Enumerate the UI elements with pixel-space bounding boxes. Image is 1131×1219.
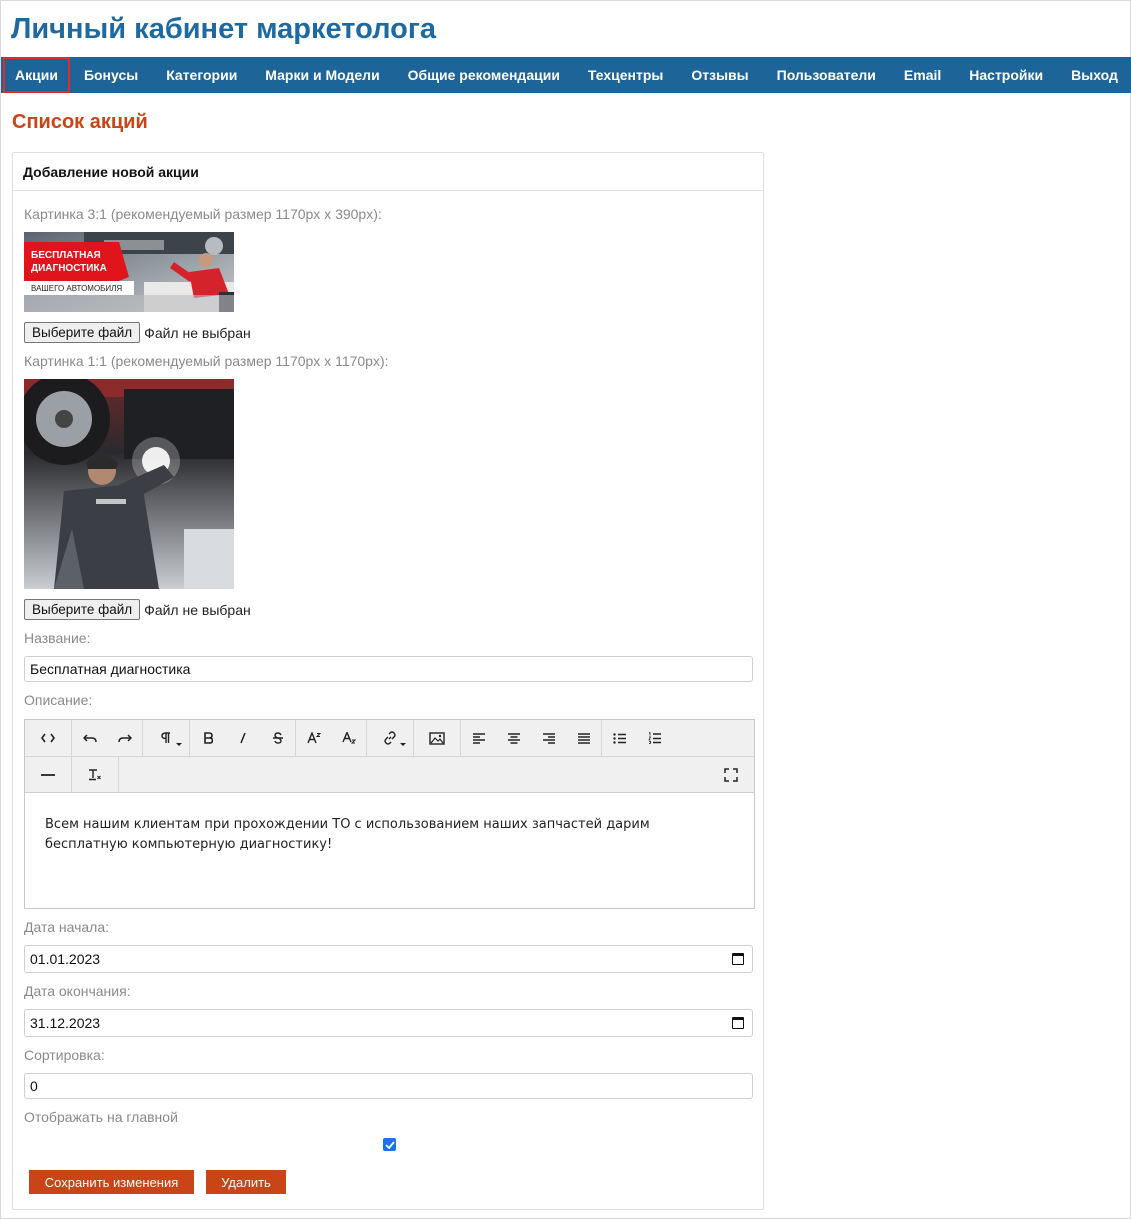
name-label: Название: (24, 630, 91, 646)
end-date-input[interactable]: 31.12.2023 (24, 1009, 753, 1037)
toolbar-group-text-style (190, 720, 296, 756)
banner-image-square (24, 379, 234, 589)
nav-item-categories[interactable]: Категории (152, 57, 251, 93)
toolbar-group-paragraph (143, 720, 190, 756)
banner-text-line1: БЕСПЛАТНАЯ (31, 250, 101, 261)
save-changes-button[interactable]: Сохранить изменения (29, 1170, 194, 1194)
main-navbar: Акции Бонусы Категории Марки и Модели Об… (1, 57, 1131, 93)
align-right-icon[interactable] (531, 720, 566, 756)
code-view-icon[interactable] (25, 720, 71, 756)
show-on-main-label: Отображать на главной (24, 1109, 178, 1125)
nav-item-promotions[interactable]: Акции (3, 57, 70, 93)
file-status-square: Файл не выбран (144, 601, 251, 618)
calendar-icon[interactable] (732, 953, 744, 965)
image-wide-label: Картинка 3:1 (рекомендуемый размер 1170p… (24, 206, 382, 222)
choose-file-button-square[interactable]: Выберите файл (24, 599, 141, 620)
align-center-icon[interactable] (496, 720, 531, 756)
toolbar-group-align (461, 720, 602, 756)
nav-item-settings[interactable]: Настройки (955, 57, 1057, 93)
nav-item-reviews[interactable]: Отзывы (677, 57, 762, 93)
banner-text-line2: ДИАГНОСТИКА (31, 263, 107, 274)
unordered-list-icon[interactable] (602, 720, 637, 756)
end-date-label: Дата окончания: (24, 983, 131, 999)
banner-image-wide: БЕСПЛАТНАЯ ДИАГНОСТИКА ВАШЕГО АВТОМОБИЛЯ (24, 232, 234, 312)
nav-item-users[interactable]: Пользователи (763, 57, 890, 93)
horizontal-line-icon[interactable] (25, 757, 71, 793)
ordered-list-icon[interactable] (637, 720, 672, 756)
align-left-icon[interactable] (461, 720, 496, 756)
sort-input[interactable]: 0 (24, 1073, 753, 1099)
bold-icon[interactable] (190, 720, 225, 756)
name-input[interactable]: Бесплатная диагностика (24, 656, 753, 682)
nav-item-tech-centers[interactable]: Техцентры (574, 57, 677, 93)
nav-item-general-recommendations[interactable]: Общие рекомендации (394, 57, 574, 93)
description-label: Описание: (24, 692, 93, 708)
strikethrough-icon[interactable] (260, 720, 295, 756)
choose-file-button-wide[interactable]: Выберите файл (24, 322, 141, 343)
toolbar-group-media (414, 720, 461, 756)
file-status-wide: Файл не выбран (144, 324, 251, 341)
nav-item-brands-models[interactable]: Марки и Модели (251, 57, 393, 93)
image-square-label: Картинка 1:1 (рекомендуемый размер 1170p… (24, 353, 389, 369)
undo-icon[interactable] (72, 720, 107, 756)
start-date-label: Дата начала: (24, 919, 110, 935)
editor-toolbar (25, 720, 754, 793)
start-date-value: 01.01.2023 (30, 951, 101, 967)
toolbar-group-insert (25, 757, 72, 793)
start-date-input[interactable]: 01.01.2023 (24, 945, 753, 973)
description-editor: Всем нашим клиентам при прохождении ТО с… (24, 719, 755, 909)
show-on-main-checkbox[interactable] (383, 1138, 396, 1151)
paragraph-format-icon[interactable] (143, 720, 189, 756)
nav-item-logout[interactable]: Выход (1057, 57, 1131, 93)
nav-item-email[interactable]: Email (890, 57, 955, 93)
end-date-value: 31.12.2023 (30, 1015, 101, 1031)
toolbar-group-lists (602, 720, 672, 756)
clear-format-icon[interactable] (72, 757, 118, 793)
file-input-square: Выберите файл Файл не выбран (24, 599, 251, 620)
file-input-wide: Выберите файл Файл не выбран (24, 322, 251, 343)
subscript-icon[interactable] (331, 720, 366, 756)
checkmark-icon (384, 1140, 395, 1149)
toolbar-group-script (296, 720, 367, 756)
fullscreen-icon[interactable] (708, 757, 754, 793)
panel-heading: Добавление новой акции (13, 153, 763, 191)
superscript-icon[interactable] (296, 720, 331, 756)
page-title: Список акций (12, 111, 148, 133)
banner-text-line3: ВАШЕГО АВТОМОБИЛЯ (31, 284, 122, 293)
add-promotion-panel: Добавление новой акции Картинка 3:1 (рек… (12, 152, 764, 1210)
toolbar-group-history (72, 720, 143, 756)
align-justify-icon[interactable] (566, 720, 601, 756)
app-title: Личный кабинет маркетолога (11, 13, 437, 45)
toolbar-group-clear (72, 757, 119, 793)
description-editor-content[interactable]: Всем нашим клиентам при прохождении ТО с… (25, 793, 754, 877)
calendar-icon[interactable] (732, 1017, 744, 1029)
nav-item-bonuses[interactable]: Бонусы (70, 57, 152, 93)
link-icon[interactable] (367, 720, 413, 756)
italic-icon[interactable] (225, 720, 260, 756)
toolbar-group-link (367, 720, 414, 756)
toolbar-group-view (25, 720, 72, 756)
sort-label: Сортировка: (24, 1047, 105, 1063)
image-icon[interactable] (414, 720, 460, 756)
redo-icon[interactable] (107, 720, 142, 756)
delete-button[interactable]: Удалить (206, 1170, 286, 1194)
